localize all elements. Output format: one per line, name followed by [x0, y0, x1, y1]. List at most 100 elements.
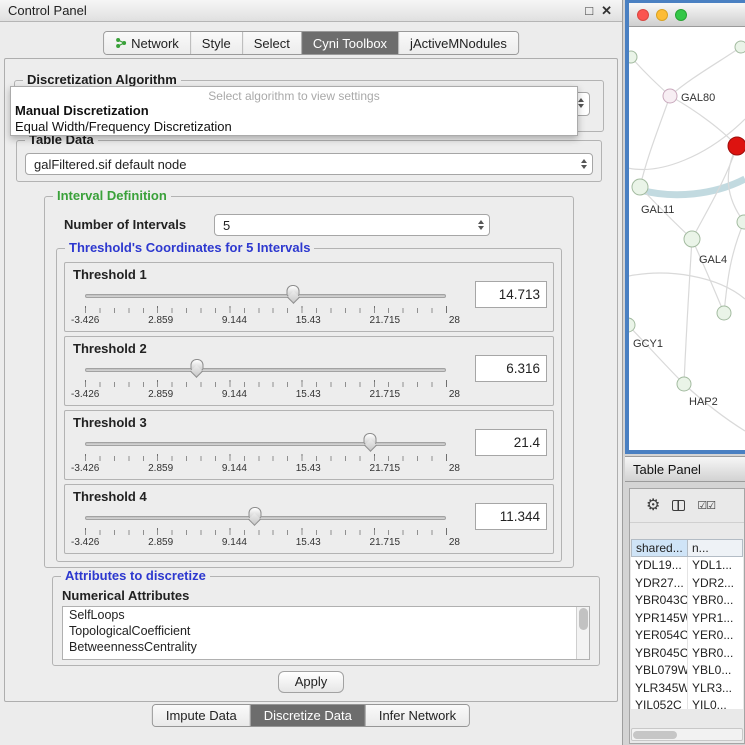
- cell[interactable]: YDR27...: [631, 575, 688, 593]
- network-node[interactable]: [629, 51, 637, 63]
- table-horizontal-scrollbar[interactable]: [631, 728, 743, 741]
- network-node[interactable]: [632, 179, 648, 195]
- node-label: GCY1: [633, 338, 663, 350]
- tab-jactivemnodules[interactable]: jActiveMNodules: [398, 32, 518, 54]
- tick-label: 28: [449, 463, 460, 474]
- threshold-3-value-field[interactable]: 21.4: [475, 429, 547, 456]
- cell[interactable]: YDL1...: [688, 557, 743, 575]
- algorithm-option-equal-width-frequency[interactable]: Equal Width/Frequency Discretization: [11, 119, 577, 135]
- cell[interactable]: YBR045C: [631, 645, 688, 663]
- table-row[interactable]: YER054C YER0...: [631, 627, 743, 645]
- threshold-4-slider[interactable]: [85, 507, 446, 527]
- table-row[interactable]: YPR145W YPR1...: [631, 610, 743, 628]
- slider-thumb[interactable]: [364, 433, 377, 445]
- cell[interactable]: YER0...: [688, 627, 743, 645]
- cell[interactable]: YIL0...: [688, 697, 743, 709]
- window-close-button[interactable]: [637, 9, 649, 21]
- apply-button[interactable]: Apply: [278, 671, 344, 693]
- column-header-name[interactable]: n...: [688, 539, 743, 557]
- network-canvas[interactable]: GAL80 GAL11 GAL4 GCY1 HAP2: [629, 27, 745, 450]
- threshold-1-value-field[interactable]: 14.713: [475, 281, 547, 308]
- network-node[interactable]: [677, 377, 691, 391]
- cell[interactable]: YBL0...: [688, 662, 743, 680]
- table-row[interactable]: YBR043C YBR0...: [631, 592, 743, 610]
- numerical-attributes-list[interactable]: SelfLoops TopologicalCoefficient Between…: [62, 606, 590, 660]
- tab-infer-network[interactable]: Infer Network: [365, 705, 469, 726]
- cell[interactable]: YDR2...: [688, 575, 743, 593]
- table-data-combobox[interactable]: galFiltered.sif default node: [25, 153, 593, 175]
- table-panel-header[interactable]: Table Panel: [625, 456, 745, 482]
- network-node[interactable]: [735, 41, 745, 53]
- algorithm-option-manual-discretization[interactable]: Manual Discretization: [11, 103, 577, 119]
- slider-track[interactable]: [85, 294, 446, 298]
- list-item[interactable]: TopologicalCoefficient: [63, 623, 589, 639]
- interval-definition-frame-title: Interval Definition: [53, 189, 171, 203]
- cell[interactable]: YBR0...: [688, 592, 743, 610]
- cell[interactable]: YIL052C: [631, 697, 688, 709]
- cell[interactable]: YBR043C: [631, 592, 688, 610]
- thresholds-frame-title: Threshold's Coordinates for 5 Intervals: [65, 241, 314, 255]
- tab-select[interactable]: Select: [242, 32, 301, 54]
- table-row[interactable]: YLR345W YLR3...: [631, 680, 743, 698]
- table-toolbar: ⚙ ☑☑: [630, 489, 744, 523]
- tick-label: 15.43: [296, 389, 321, 400]
- tab-cyni-toolbox[interactable]: Cyni Toolbox: [301, 32, 398, 54]
- slider-track[interactable]: [85, 368, 446, 372]
- tick-label: 2.859: [148, 463, 173, 474]
- network-node[interactable]: [737, 215, 745, 229]
- table-row[interactable]: YDL19... YDL1...: [631, 557, 743, 575]
- threshold-1-slider[interactable]: [85, 285, 446, 305]
- cell[interactable]: YPR1...: [688, 610, 743, 628]
- list-item[interactable]: SelfLoops: [63, 607, 589, 623]
- network-view-window[interactable]: GAL80 GAL11 GAL4 GCY1 HAP2: [625, 0, 745, 454]
- table-row[interactable]: YBL079W YBL0...: [631, 662, 743, 680]
- network-node[interactable]: [663, 89, 677, 103]
- scrollbar-thumb[interactable]: [633, 731, 677, 739]
- network-node-labels: GAL80 GAL11 GAL4 GCY1 HAP2: [633, 92, 727, 408]
- threshold-2-value-field[interactable]: 6.316: [475, 355, 547, 382]
- table-row[interactable]: YIL052C YIL0...: [631, 697, 743, 709]
- column-header-shared[interactable]: shared...: [631, 539, 688, 557]
- gear-icon[interactable]: ⚙: [646, 498, 660, 514]
- slider-thumb[interactable]: [248, 507, 261, 519]
- slider-thumb[interactable]: [190, 359, 203, 371]
- select-columns-icon[interactable]: ☑☑: [697, 499, 715, 512]
- cell[interactable]: YPR145W: [631, 610, 688, 628]
- network-node[interactable]: [684, 231, 700, 247]
- number-of-intervals-combobox[interactable]: 5: [214, 214, 490, 236]
- list-item[interactable]: BetweennessCentrality: [63, 639, 589, 655]
- table-row[interactable]: YDR27... YDR2...: [631, 575, 743, 593]
- network-node[interactable]: [717, 306, 731, 320]
- cell[interactable]: YLR345W: [631, 680, 688, 698]
- window-float-icon[interactable]: □: [585, 1, 593, 21]
- columns-icon[interactable]: [672, 500, 685, 511]
- cell[interactable]: YER054C: [631, 627, 688, 645]
- network-node-selected[interactable]: [728, 137, 745, 155]
- tab-label: Select: [254, 36, 290, 51]
- threshold-4-value-field[interactable]: 11.344: [475, 503, 547, 530]
- tab-impute-data[interactable]: Impute Data: [153, 705, 250, 726]
- cell[interactable]: YBL079W: [631, 662, 688, 680]
- slider-track[interactable]: [85, 442, 446, 446]
- table-row[interactable]: YBR045C YBR0...: [631, 645, 743, 663]
- cell[interactable]: YDL19...: [631, 557, 688, 575]
- window-minimize-button[interactable]: [656, 9, 668, 21]
- scrollbar-thumb[interactable]: [579, 608, 588, 630]
- control-panel-title: Control Panel: [0, 3, 87, 18]
- list-vertical-scrollbar[interactable]: [576, 607, 589, 659]
- threshold-4-label: Threshold 4: [73, 489, 147, 504]
- cell[interactable]: YLR3...: [688, 680, 743, 698]
- tab-label: Impute Data: [166, 708, 237, 723]
- network-node[interactable]: [629, 318, 635, 332]
- slider-thumb[interactable]: [287, 285, 300, 297]
- slider-track[interactable]: [85, 516, 446, 520]
- threshold-3-slider[interactable]: [85, 433, 446, 453]
- threshold-2-slider[interactable]: [85, 359, 446, 379]
- tab-discretize-data[interactable]: Discretize Data: [250, 705, 365, 726]
- tab-style[interactable]: Style: [190, 32, 242, 54]
- window-close-icon[interactable]: ✕: [601, 1, 612, 21]
- table-data-frame: Table Data galFiltered.sif default node: [16, 140, 602, 182]
- tab-network[interactable]: Network: [104, 32, 190, 54]
- cell[interactable]: YBR0...: [688, 645, 743, 663]
- window-zoom-button[interactable]: [675, 9, 687, 21]
